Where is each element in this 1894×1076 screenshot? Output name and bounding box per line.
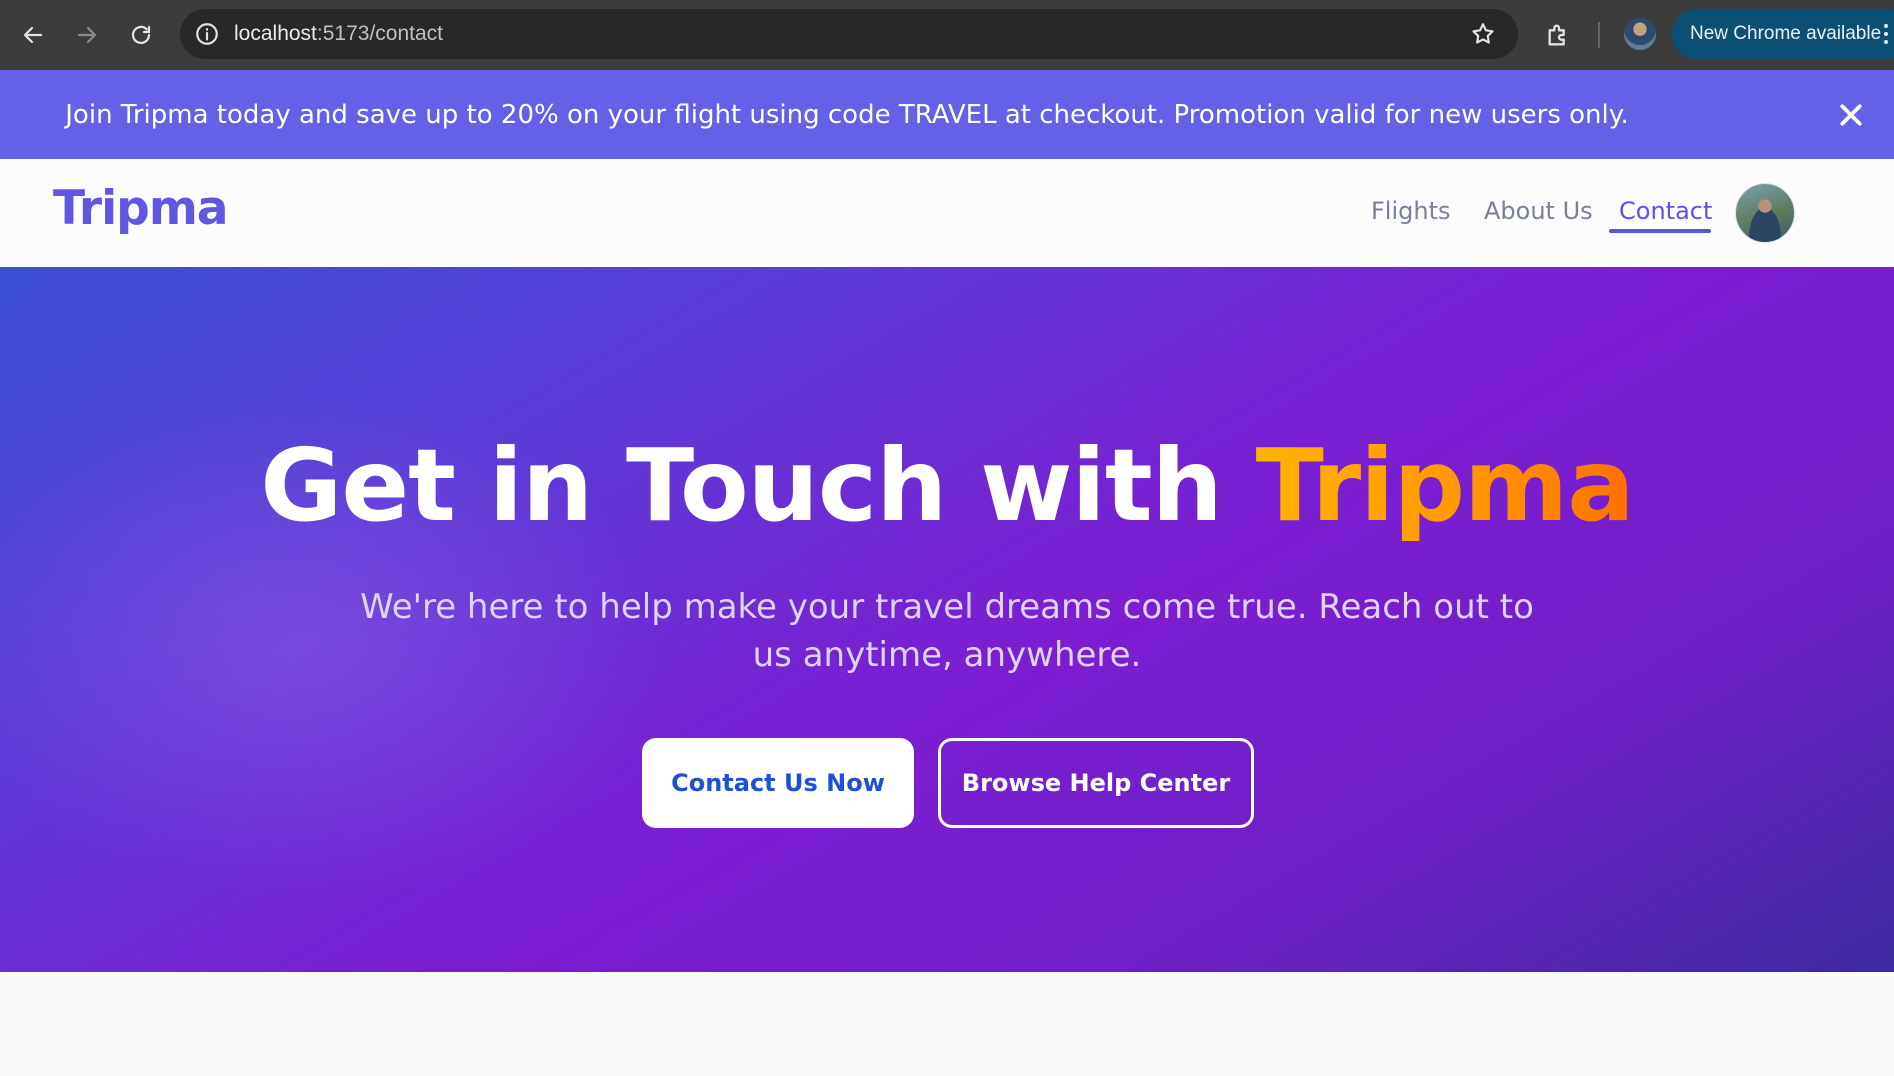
url-path: :5173/contact bbox=[316, 22, 443, 45]
user-avatar[interactable] bbox=[1735, 183, 1795, 243]
reload-button[interactable] bbox=[114, 0, 168, 70]
site-navbar: Tripma Flights About Us Contact bbox=[0, 159, 1894, 267]
new-chrome-available-button[interactable]: New Chrome available bbox=[1672, 9, 1894, 59]
update-label: New Chrome available bbox=[1690, 23, 1882, 44]
extensions-puzzle-icon[interactable] bbox=[1545, 21, 1573, 49]
reload-icon bbox=[131, 25, 151, 44]
arrow-right-icon bbox=[77, 26, 97, 44]
hero-title-main: Get in Touch with bbox=[260, 427, 1256, 544]
browser-profile-avatar[interactable] bbox=[1624, 18, 1656, 50]
nav-link-flights[interactable]: Flights bbox=[1371, 197, 1451, 225]
forward-button[interactable] bbox=[60, 0, 114, 70]
hero-section: Get in Touch with Tripma We're here to h… bbox=[0, 267, 1894, 972]
url-text[interactable]: localhost:5173/contact bbox=[234, 22, 443, 46]
back-button[interactable] bbox=[6, 0, 60, 70]
address-bar[interactable]: localhost:5173/contact bbox=[180, 9, 1518, 59]
kebab-menu-icon[interactable] bbox=[1884, 22, 1890, 46]
browser-toolbar: localhost:5173/contact New Chrome availa… bbox=[0, 0, 1894, 70]
nav-link-about-us[interactable]: About Us bbox=[1484, 197, 1593, 225]
active-nav-indicator bbox=[1609, 229, 1711, 233]
hero-subtitle: We're here to help make your travel drea… bbox=[360, 587, 1534, 675]
close-icon[interactable] bbox=[1836, 100, 1866, 130]
nav-link-contact[interactable]: Contact bbox=[1619, 197, 1712, 225]
promo-text: Join Tripma today and save up to 20% on … bbox=[65, 99, 1629, 130]
url-host: localhost bbox=[234, 22, 317, 45]
site-info-icon[interactable] bbox=[194, 21, 220, 47]
promo-banner: Join Tripma today and save up to 20% on … bbox=[0, 70, 1894, 159]
hero-title-accent: Tripma bbox=[1255, 427, 1635, 544]
browse-help-center-button[interactable]: Browse Help Center bbox=[938, 738, 1254, 828]
contact-us-now-button[interactable]: Contact Us Now bbox=[642, 738, 914, 828]
toolbar-divider bbox=[1598, 22, 1600, 48]
site-logo[interactable]: Tripma bbox=[53, 181, 229, 236]
hero-title: Get in Touch with Tripma bbox=[0, 427, 1894, 544]
arrow-left-icon bbox=[23, 26, 43, 44]
bookmark-star-icon[interactable] bbox=[1470, 21, 1496, 47]
